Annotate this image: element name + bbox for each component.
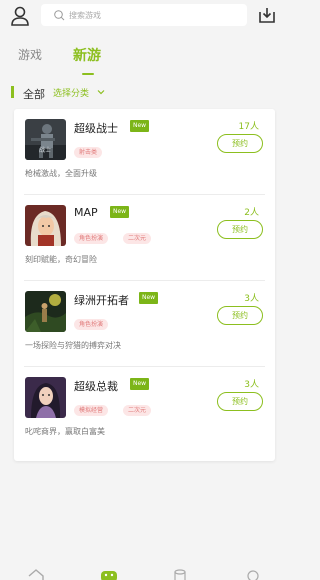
game-title: MAP: [74, 206, 98, 219]
active-tab-indicator: [82, 73, 94, 75]
game-tag: 角色扮演: [74, 319, 109, 330]
tab-games[interactable]: 游戏: [18, 46, 42, 68]
database-icon[interactable]: [172, 568, 188, 580]
game-description: 一场探险与狩猎的搏弈对决: [25, 341, 121, 350]
game-description: 叱咤商界，赢取白富美: [25, 427, 105, 436]
soldier-thumbnail[interactable]: 战士: [25, 119, 66, 160]
bottom-navigation: [0, 565, 289, 580]
reserve-button[interactable]: 预约: [217, 220, 263, 239]
new-games-list: 战士 超级战士 New 射击类 枪械激战，全面升级 17人 预约 MAP New…: [14, 109, 275, 461]
game-item[interactable]: 战士 超级战士 New 射击类 枪械激战，全面升级 17人 预约: [14, 109, 275, 195]
game-tag: 模拟经营: [74, 405, 109, 416]
game-item[interactable]: 绿洲开拓者 New 角色扮演 一场探险与狩猎的搏弈对决 3人 预约: [14, 281, 275, 367]
tab-new-games[interactable]: 新游: [73, 45, 101, 67]
home-icon[interactable]: [28, 568, 44, 580]
new-badge: New: [130, 378, 150, 390]
game-tag: 角色扮演: [74, 233, 109, 244]
game-tag: 射击类: [74, 147, 103, 158]
search-box[interactable]: [41, 4, 247, 26]
game-description: 刻印赋能，奇幻冒险: [25, 255, 97, 264]
search-icon: [54, 10, 65, 21]
user-icon[interactable]: [10, 5, 30, 27]
game-item[interactable]: MAP New 角色扮演 二次元 刻印赋能，奇幻冒险 2人 预约: [14, 195, 275, 281]
game-title: 绿洲开拓者: [74, 294, 129, 307]
game-title: 超级战士: [74, 122, 118, 135]
reserve-button[interactable]: 预约: [217, 392, 263, 411]
reserve-button[interactable]: 预约: [217, 306, 263, 325]
chevron-down-icon[interactable]: [97, 88, 105, 96]
profile-icon[interactable]: [245, 568, 261, 580]
game-description: 枪械激战，全面升级: [25, 169, 97, 178]
explorer-thumbnail[interactable]: [25, 291, 66, 332]
top-bar: [0, 0, 289, 32]
filter-all-label[interactable]: 全部: [23, 86, 45, 102]
category-select[interactable]: 选择分类: [53, 86, 89, 99]
reservation-count: 3人: [244, 380, 259, 390]
svg-text:战士: 战士: [39, 146, 51, 154]
filter-accent-bar: [11, 86, 14, 98]
new-badge: New: [110, 206, 130, 218]
reservation-count: 3人: [244, 294, 259, 304]
reserve-button[interactable]: 预约: [217, 134, 263, 153]
game-title: 超级总裁: [74, 380, 118, 393]
new-badge: New: [130, 120, 150, 132]
reservation-count: 17人: [238, 122, 259, 132]
gamepad-icon[interactable]: [101, 568, 117, 580]
search-input[interactable]: [69, 7, 239, 23]
game-tag: 二次元: [123, 233, 152, 244]
reservation-count: 2人: [244, 208, 259, 218]
download-icon[interactable]: [258, 6, 276, 24]
new-badge: New: [139, 292, 159, 304]
anime-girl-thumbnail[interactable]: [25, 205, 66, 246]
ceo-girl-thumbnail[interactable]: [25, 377, 66, 418]
game-tag: 二次元: [123, 405, 152, 416]
game-item[interactable]: 超级总裁 New 模拟经营 二次元 叱咤商界，赢取白富美 3人 预约: [14, 367, 275, 453]
